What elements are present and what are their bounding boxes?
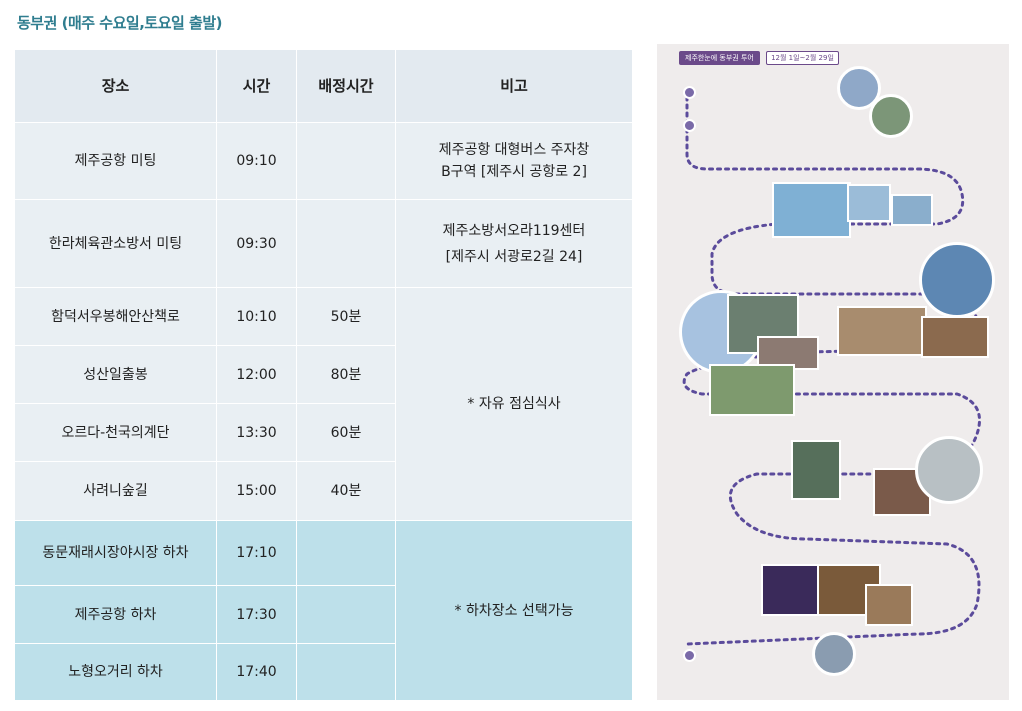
row-alloc xyxy=(296,520,396,586)
row-place: 성산일출봉 xyxy=(14,345,217,404)
note-airport-line2: B구역 [제주시 공항로 2] xyxy=(441,164,587,180)
col-header-time: 시간 xyxy=(216,49,297,123)
dish-photo xyxy=(921,316,989,358)
table-header-row: 장소 시간 배정시간 비고 xyxy=(14,49,633,123)
table-row: 동문재래시장야시장 하차 17:10 * 하차장소 선택가능 xyxy=(14,520,633,701)
snow-forest-photo xyxy=(915,436,983,504)
row-note: 제주공항 대형버스 주자창 B구역 [제주시 공항로 2] xyxy=(395,122,633,200)
seongsan-photo xyxy=(919,242,995,318)
row-alloc: 40분 xyxy=(296,461,396,521)
map-banner: 제주한눈에 동부권 투어 xyxy=(679,51,760,65)
route-stop-icon xyxy=(683,649,696,662)
coast-photo xyxy=(891,194,933,226)
row-alloc: 50분 xyxy=(296,287,396,346)
hamdeok-beach-photo xyxy=(772,182,851,238)
note-station-line2: [제주시 서광로2길 24] xyxy=(445,248,583,265)
row-place: 한라체육관소방서 미팅 xyxy=(14,199,217,288)
row-time: 10:10 xyxy=(216,287,297,346)
row-note: 제주소방서오라119센터 [제주시 서광로2길 24] xyxy=(395,199,633,288)
table-row: 한라체육관소방서 미팅 09:30 제주소방서오라119센터 [제주시 서광로2길… xyxy=(14,199,633,288)
schedule-table: 장소 시간 배정시간 비고 제주공항 미팅 09:10 제주공항 대형버스 주자… xyxy=(14,49,633,701)
row-place: 제주공항 미팅 xyxy=(14,122,217,200)
route-stop-icon xyxy=(683,86,696,99)
row-time: 13:30 xyxy=(216,403,297,462)
row-place: 제주공항 하차 xyxy=(14,585,217,644)
nohyeong-photo xyxy=(812,632,856,676)
row-note-lunch: * 자유 점심식사 xyxy=(395,287,633,521)
row-alloc xyxy=(296,585,396,644)
row-place: 사려니숲길 xyxy=(14,461,217,521)
row-time: 09:30 xyxy=(216,199,297,288)
table-row: 제주공항 미팅 09:10 제주공항 대형버스 주자창 B구역 [제주시 공항로 … xyxy=(14,122,633,200)
section-heading: 동부권 (매주 수요일,토요일 출발) xyxy=(17,14,222,32)
note-airport-line1: 제주공항 대형버스 주자창 xyxy=(438,142,590,158)
row-alloc: 60분 xyxy=(296,403,396,462)
forest-photo xyxy=(791,440,841,500)
col-header-place: 장소 xyxy=(14,49,217,123)
row-alloc: 80분 xyxy=(296,345,396,404)
row-time: 17:30 xyxy=(216,585,297,644)
col-header-note: 비고 xyxy=(395,49,633,123)
row-place: 노형오거리 하차 xyxy=(14,643,217,701)
row-place: 오르다-천국의계단 xyxy=(14,403,217,462)
seawalk-photo xyxy=(847,184,891,222)
row-alloc xyxy=(296,643,396,701)
snack-photo xyxy=(865,584,913,626)
tour-route-map: 제주한눈에 동부권 투어 12월 1일~2월 29일 xyxy=(657,44,1009,700)
fire-station-photo xyxy=(869,94,913,138)
col-header-alloc: 배정시간 xyxy=(296,49,396,123)
note-station-line1: 제주소방서오라119센터 xyxy=(442,222,586,239)
map-title-banner: 제주한눈에 동부권 투어 12월 1일~2월 29일 xyxy=(679,51,839,67)
row-time: 17:40 xyxy=(216,643,297,701)
route-stop-icon xyxy=(683,119,696,132)
row-time: 15:00 xyxy=(216,461,297,521)
food-photo xyxy=(837,306,927,356)
map-date: 12월 1일~2월 29일 xyxy=(766,51,839,65)
row-note-dropoff: * 하차장소 선택가능 xyxy=(395,520,633,701)
field-photo xyxy=(709,364,795,416)
row-time: 09:10 xyxy=(216,122,297,200)
row-place: 동문재래시장야시장 하차 xyxy=(14,520,217,586)
row-time: 12:00 xyxy=(216,345,297,404)
table-row: 함덕서우봉해안산책로 10:10 50분 * 자유 점심식사 xyxy=(14,287,633,521)
row-time: 17:10 xyxy=(216,520,297,586)
row-place: 함덕서우봉해안산책로 xyxy=(14,287,217,346)
row-alloc xyxy=(296,122,396,200)
row-alloc xyxy=(296,199,396,288)
